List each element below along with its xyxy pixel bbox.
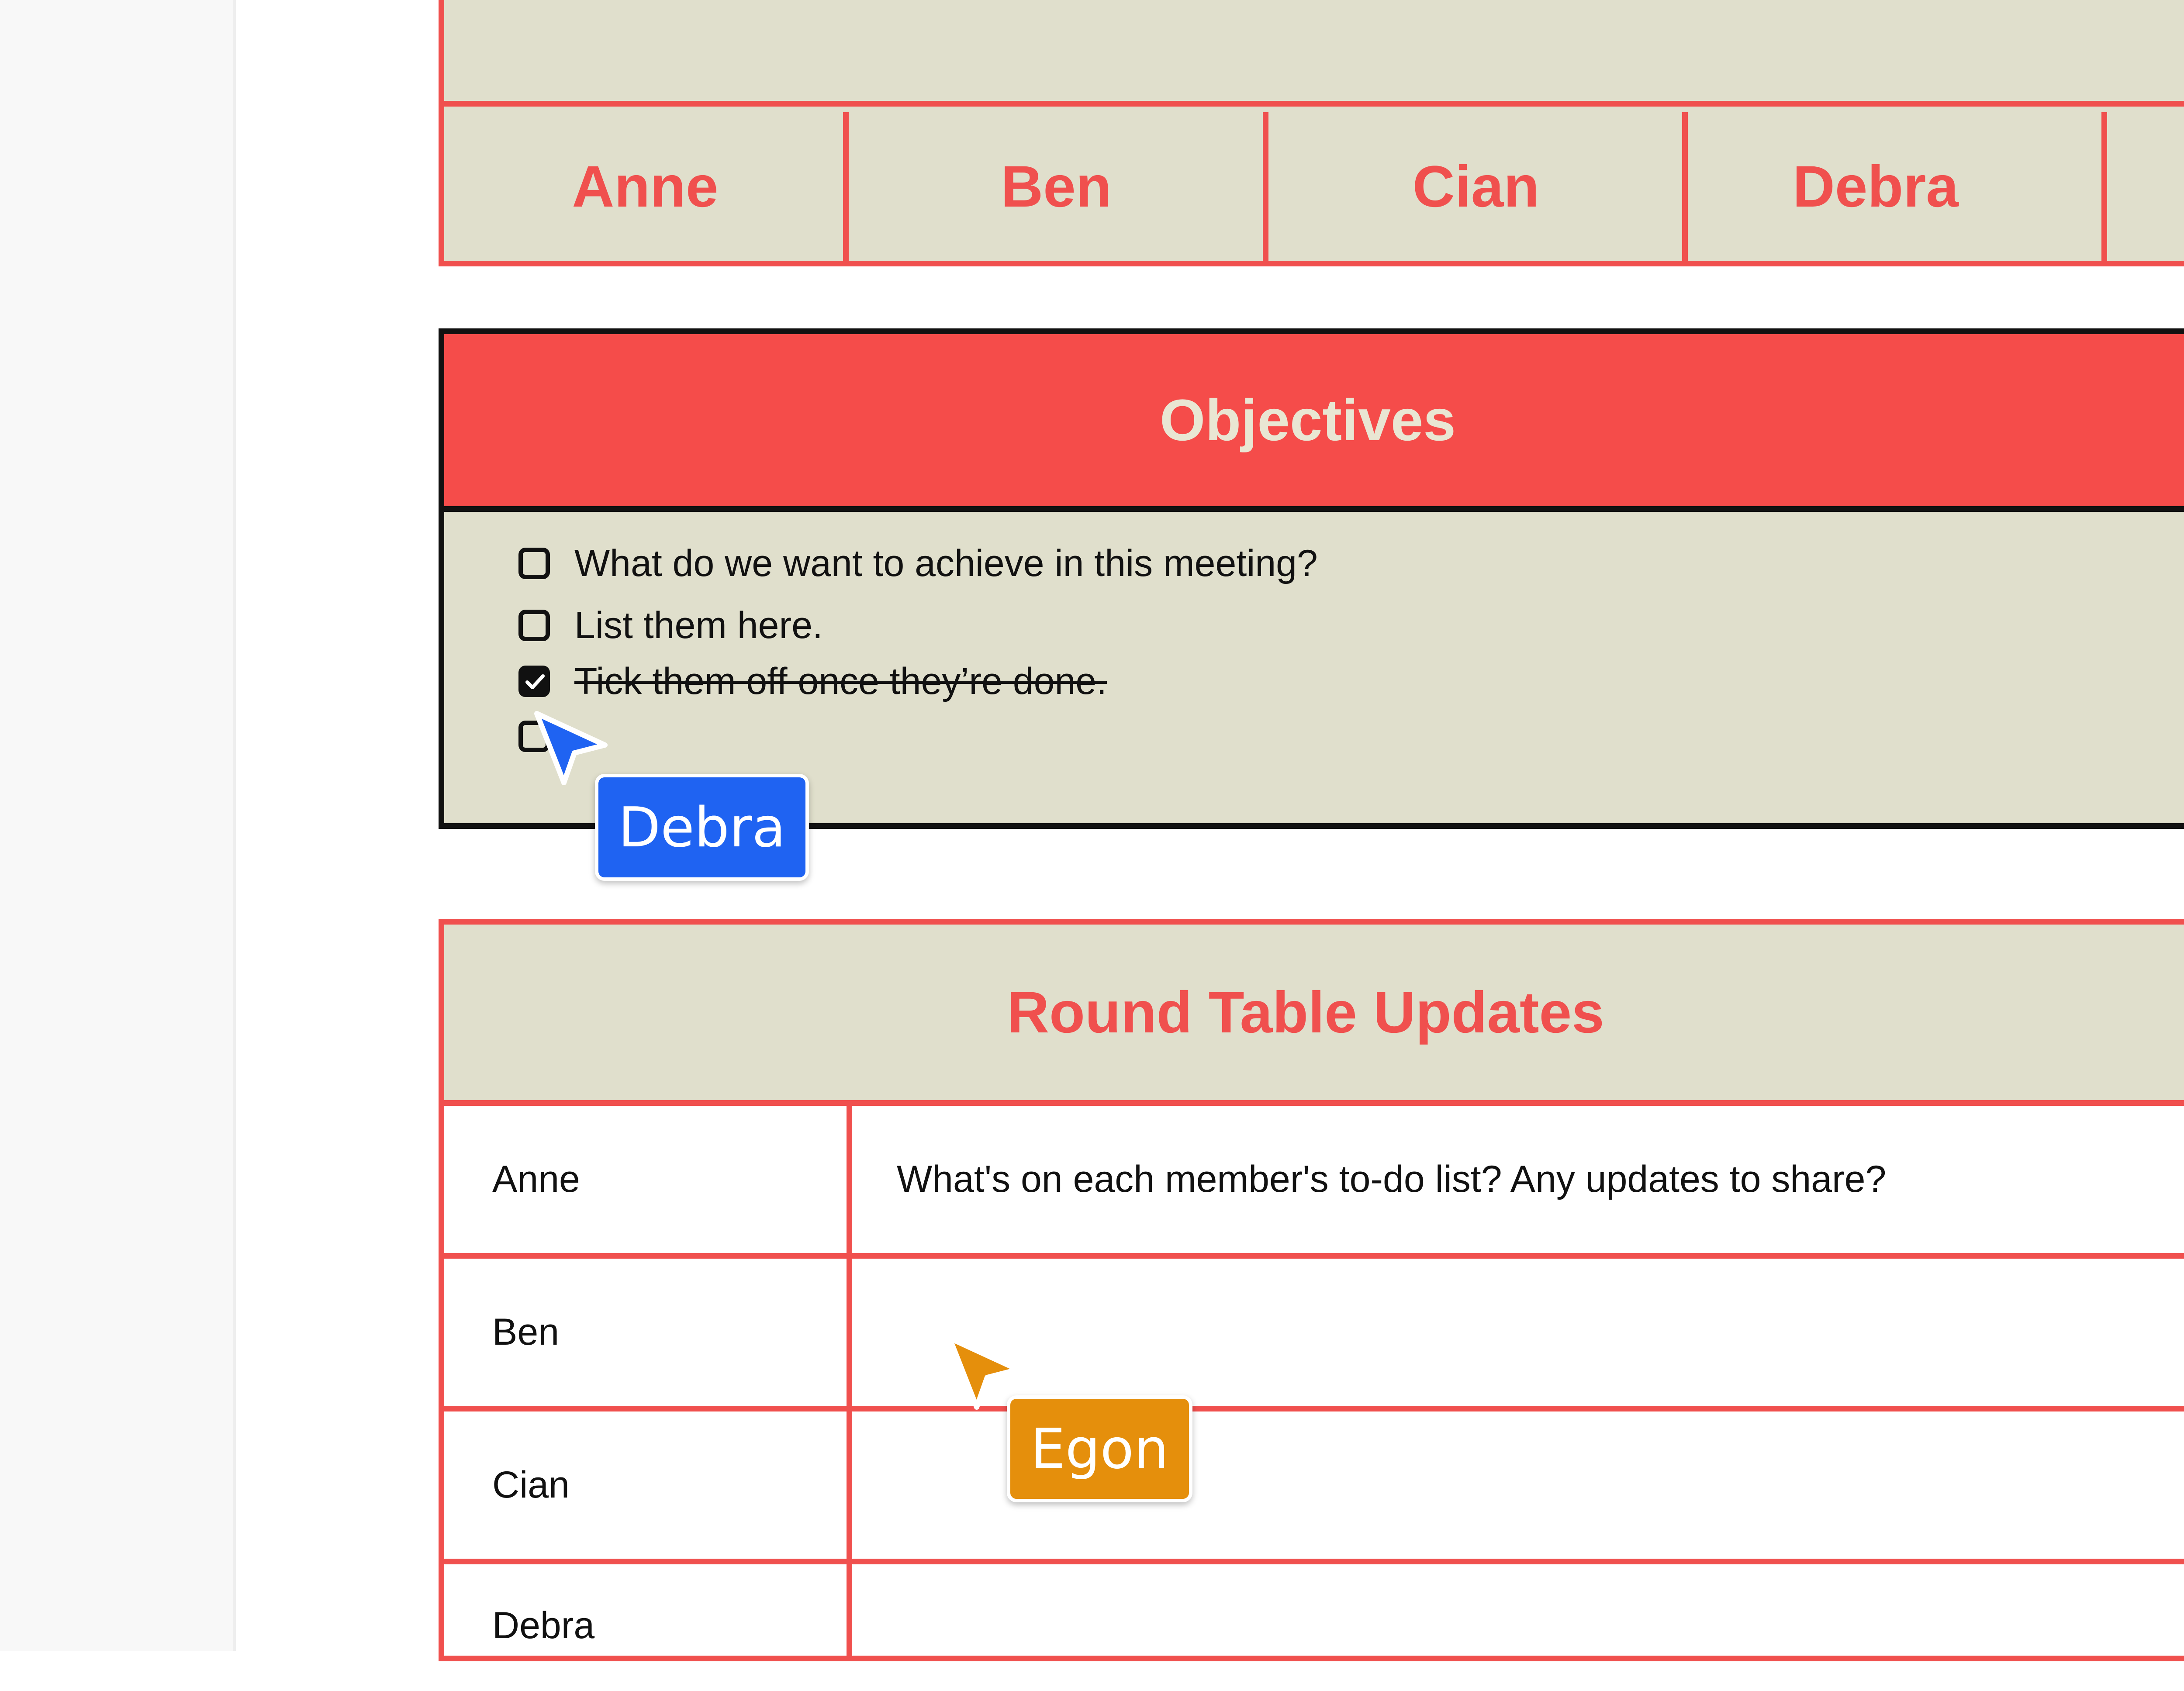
round-table-section: Round Table Updates Anne What's on each …: [439, 919, 2184, 1661]
objective-item: Tick them off once they’re done.: [518, 657, 1107, 705]
member-name[interactable]: Cian: [492, 1411, 570, 1559]
column-divider: [1682, 112, 1688, 261]
table-row: Cian: [444, 1411, 2184, 1564]
member-name[interactable]: Debra: [492, 1560, 594, 1691]
objective-item: What do we want to achieve in this meeti…: [518, 539, 1318, 587]
table-row: Anne What's on each member's to-do list?…: [444, 1106, 2184, 1259]
member-update[interactable]: What's on each member's to-do list? Any …: [897, 1106, 1886, 1253]
member-name[interactable]: Ben: [492, 1259, 559, 1406]
column-divider: [1263, 112, 1268, 261]
cursor-label-egon: Egon: [1007, 1395, 1192, 1502]
participant-cell-anne[interactable]: Anne: [444, 112, 846, 261]
left-side-pane: [0, 0, 236, 1651]
round-table-title: Round Table Updates: [1007, 980, 1604, 1045]
objective-text[interactable]: What do we want to achieve in this meeti…: [574, 542, 1318, 585]
column-divider: [843, 112, 849, 261]
participant-cell-ben[interactable]: Ben: [849, 112, 1264, 261]
objectives-header: Objectives: [444, 334, 2184, 512]
objective-text[interactable]: List them here.: [574, 604, 823, 647]
objectives-title: Objectives: [1160, 387, 1456, 453]
cursor-label-debra: Debra: [595, 774, 809, 881]
participant-cell-debra[interactable]: Debra: [1688, 112, 2063, 261]
table-row: Debra: [444, 1560, 2184, 1691]
column-divider: [847, 1106, 852, 1656]
column-divider: [2101, 112, 2107, 261]
objective-checkbox[interactable]: [518, 610, 550, 641]
round-table-header: Round Table Updates: [444, 925, 2184, 1106]
participants-table-header-row[interactable]: [444, 0, 2184, 107]
member-name[interactable]: Anne: [492, 1106, 580, 1253]
objective-text-done[interactable]: Tick them off once they’re done.: [574, 660, 1107, 703]
objective-checkbox[interactable]: [518, 548, 550, 579]
participant-cell-cian[interactable]: Cian: [1268, 112, 1683, 261]
table-row: Ben: [444, 1259, 2184, 1411]
objective-item: List them here.: [518, 601, 823, 649]
checkmark-icon: [525, 674, 545, 689]
objective-checkbox-checked[interactable]: [518, 666, 550, 697]
objectives-section: Objectives What do we want to achieve in…: [439, 328, 2184, 829]
